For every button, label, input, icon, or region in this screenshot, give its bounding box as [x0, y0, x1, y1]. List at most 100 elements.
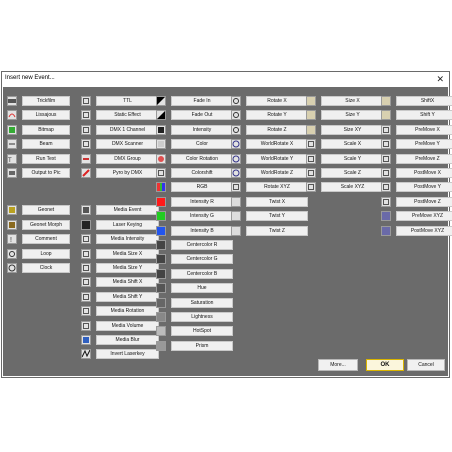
event-item[interactable]: Media Volume: [81, 321, 159, 331]
event-button[interactable]: Rotate Y: [246, 110, 308, 120]
event-button[interactable]: Media Size Y: [96, 263, 159, 273]
event-item[interactable]: T Run Text: [7, 154, 70, 164]
event-item[interactable]: Trickfilm: [7, 96, 70, 106]
event-item[interactable]: PreMove Y: [381, 139, 452, 149]
event-button[interactable]: Laser Keying: [96, 220, 159, 230]
event-item[interactable]: Size X: [306, 96, 384, 106]
event-button[interactable]: HotSpot: [171, 326, 233, 336]
more-button[interactable]: More...: [318, 359, 358, 371]
event-button[interactable]: WorldRotate X: [246, 139, 308, 149]
event-item[interactable]: Media Event: [81, 205, 159, 215]
event-button[interactable]: Intensity: [171, 125, 233, 135]
event-item[interactable]: Lightness: [156, 312, 233, 322]
event-item[interactable]: Twist X: [231, 197, 308, 207]
event-button[interactable]: Intensity B: [171, 226, 233, 236]
event-button[interactable]: Media Intensity: [96, 234, 159, 244]
event-button[interactable]: Centercolor R: [171, 240, 233, 250]
event-item[interactable]: Clock: [7, 263, 70, 273]
event-button[interactable]: Lightness: [171, 312, 233, 322]
event-item[interactable]: Scale Y: [306, 154, 384, 164]
event-button[interactable]: PostMove Z: [396, 197, 452, 207]
ok-button[interactable]: OK: [366, 359, 404, 371]
event-button[interactable]: Geonet Morph: [22, 220, 70, 230]
event-button[interactable]: PostMove X: [396, 168, 452, 178]
event-item[interactable]: Centercolor G: [156, 254, 233, 264]
event-button[interactable]: WorldRotate Y: [246, 154, 308, 164]
event-button[interactable]: Intensity R: [171, 197, 233, 207]
event-item[interactable]: Color: [156, 139, 233, 149]
event-button[interactable]: Fade In: [171, 96, 233, 106]
event-button[interactable]: Media Size X: [96, 249, 159, 259]
event-item[interactable]: Intensity G: [156, 211, 233, 221]
event-item[interactable]: Scale Z: [306, 168, 384, 178]
event-item[interactable]: Bitmap: [7, 125, 70, 135]
event-item[interactable]: Invert Laserkey: [81, 349, 159, 359]
event-button[interactable]: PreMove Z: [396, 154, 452, 164]
event-item[interactable]: Twist Z: [231, 226, 308, 236]
event-item[interactable]: Geonet Morph: [7, 220, 70, 230]
event-button[interactable]: ShiftX: [396, 96, 452, 106]
event-button[interactable]: Size X: [321, 96, 384, 106]
event-item[interactable]: PreMove XYZ: [381, 211, 452, 221]
event-item[interactable]: Output to Pic: [7, 168, 70, 178]
event-button[interactable]: Twist Y: [246, 211, 308, 221]
event-item[interactable]: DMX Scanner: [81, 139, 159, 149]
event-item[interactable]: Size XY: [306, 125, 384, 135]
event-item[interactable]: DMX 1 Channel: [81, 125, 159, 135]
event-button[interactable]: Twist X: [246, 197, 308, 207]
event-item[interactable]: Media Shift Y: [81, 292, 159, 302]
event-item[interactable]: Twist Y: [231, 211, 308, 221]
event-item[interactable]: PreMove X: [381, 125, 452, 135]
event-button[interactable]: Media Blur: [96, 335, 159, 345]
event-button[interactable]: PostMove Y: [396, 182, 452, 192]
event-button[interactable]: Rotate Z: [246, 125, 308, 135]
event-item[interactable]: Intensity: [156, 125, 233, 135]
event-button[interactable]: Loop: [22, 249, 70, 259]
event-button[interactable]: Pyro by DMX: [96, 168, 159, 178]
event-item[interactable]: Shift Y: [381, 110, 452, 120]
event-item[interactable]: Media Rotation: [81, 306, 159, 316]
event-item[interactable]: WorldRotate X: [231, 139, 308, 149]
event-button[interactable]: Shift Y: [396, 110, 452, 120]
event-item[interactable]: PostMove Y: [381, 182, 452, 192]
event-button[interactable]: Trickfilm: [22, 96, 70, 106]
event-button[interactable]: PostMove XYZ: [396, 226, 452, 236]
event-item[interactable]: Saturation: [156, 298, 233, 308]
event-item[interactable]: Rotate XYZ: [231, 182, 308, 192]
event-item[interactable]: Centercolor R: [156, 240, 233, 250]
event-item[interactable]: Scale X: [306, 139, 384, 149]
event-button[interactable]: Intensity G: [171, 211, 233, 221]
event-item[interactable]: Fade In: [156, 96, 233, 106]
event-item[interactable]: Intensity B: [156, 226, 233, 236]
event-item[interactable]: Media Shift X: [81, 277, 159, 287]
event-button[interactable]: Comment: [22, 234, 70, 244]
event-item[interactable]: Media Intensity: [81, 234, 159, 244]
event-button[interactable]: Prism: [171, 341, 233, 351]
event-button[interactable]: Colorshift: [171, 168, 233, 178]
event-button[interactable]: Media Shift Y: [96, 292, 159, 302]
event-button[interactable]: Media Event: [96, 205, 159, 215]
event-item[interactable]: Pyro by DMX: [81, 168, 159, 178]
event-button[interactable]: Color Rotation: [171, 154, 233, 164]
event-item[interactable]: PostMove XYZ: [381, 226, 452, 236]
event-item[interactable]: Fade Out: [156, 110, 233, 120]
event-button[interactable]: PreMove X: [396, 125, 452, 135]
event-item[interactable]: Rotate X: [231, 96, 308, 106]
event-button[interactable]: Twist Z: [246, 226, 308, 236]
event-button[interactable]: Media Shift X: [96, 277, 159, 287]
event-button[interactable]: Geonet: [22, 205, 70, 215]
event-button[interactable]: Centercolor B: [171, 269, 233, 279]
event-button[interactable]: Scale XYZ: [321, 182, 384, 192]
event-item[interactable]: WorldRotate Z: [231, 168, 308, 178]
event-item[interactable]: ShiftX: [381, 96, 452, 106]
event-item[interactable]: PostMove X: [381, 168, 452, 178]
event-item[interactable]: Geonet: [7, 205, 70, 215]
event-button[interactable]: Size XY: [321, 125, 384, 135]
event-item[interactable]: Loop: [7, 249, 70, 259]
event-item[interactable]: Color Rotation: [156, 154, 233, 164]
event-button[interactable]: PreMove Y: [396, 139, 452, 149]
event-button[interactable]: PreMove XYZ: [396, 211, 452, 221]
event-button[interactable]: DMX 1 Channel: [96, 125, 159, 135]
event-button[interactable]: Scale Z: [321, 168, 384, 178]
event-button[interactable]: Scale X: [321, 139, 384, 149]
